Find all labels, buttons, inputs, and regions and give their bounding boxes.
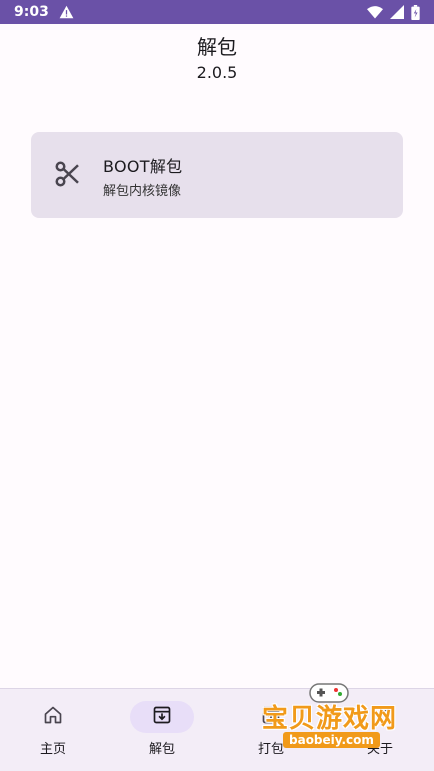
archive-download-icon [152, 705, 172, 729]
nav-item-unpack[interactable]: 解包 [112, 701, 212, 761]
nav-label-unpack: 解包 [148, 742, 175, 757]
scissors-icon [53, 159, 83, 189]
app-header: 解包 2.0.5 [0, 34, 434, 84]
wifi-icon [367, 5, 383, 19]
watermark-url: baobeiy.com [283, 732, 380, 748]
page-title: 解包 [197, 35, 237, 59]
nav-pill-home [21, 701, 85, 733]
signal-icon [390, 5, 404, 19]
nav-pill-unpack [130, 701, 194, 733]
card-title: BOOT解包 [103, 157, 183, 176]
version-label: 2.0.5 [196, 63, 238, 82]
status-bar: 9:03 [0, 0, 434, 24]
watermark-logo: 宝贝游戏网 baobeiy.com [258, 680, 418, 750]
card-subtitle: 解包内核镜像 [103, 184, 182, 199]
status-time: 9:03 [14, 4, 49, 20]
nav-label-home: 主页 [39, 742, 66, 757]
watermark-text: 宝贝游戏网 [262, 704, 398, 734]
home-icon [43, 705, 63, 729]
boot-unpack-card[interactable]: BOOT解包 解包内核镜像 [31, 132, 403, 218]
battery-icon [411, 4, 420, 20]
nav-item-home[interactable]: 主页 [3, 701, 103, 761]
warning-icon [59, 5, 74, 19]
